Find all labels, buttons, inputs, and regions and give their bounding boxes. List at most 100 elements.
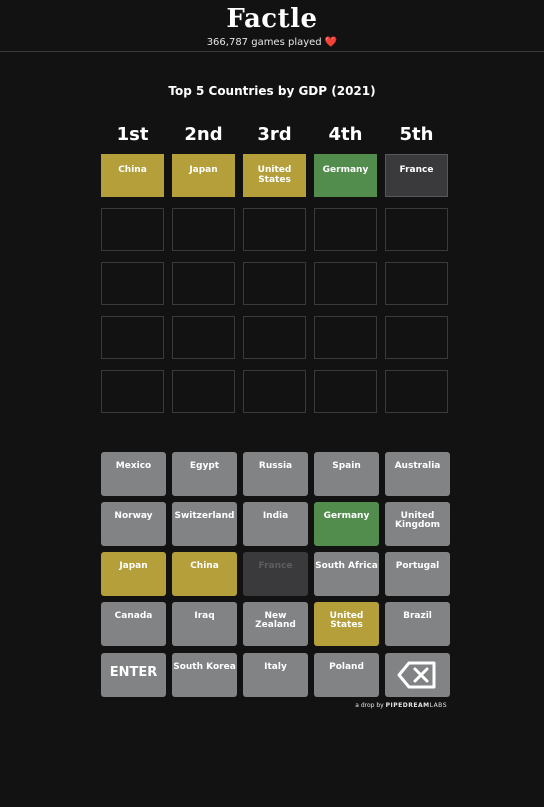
country-key[interactable]: United States (314, 602, 379, 646)
country-key[interactable]: United Kingdom (385, 502, 450, 546)
column-header-1: 1st (116, 124, 149, 145)
credit-brand: PIPEDREAMLABS (386, 702, 447, 709)
board-cell (385, 316, 448, 359)
board-cell-text (386, 263, 447, 273)
country-key[interactable]: New Zealand (243, 602, 308, 646)
column-header-5: 5th (399, 124, 434, 145)
board-cell (243, 316, 306, 359)
board-cell: United States (243, 154, 306, 197)
key-label: Switzerland (174, 511, 235, 521)
board-cell (101, 316, 164, 359)
app-header: Factle 366,787 games played ❤️ (0, 0, 544, 52)
board-cell-text (244, 263, 305, 273)
games-played-text: 366,787 games played (206, 37, 322, 48)
board-cell (101, 370, 164, 413)
column-header-4: 4th (328, 124, 363, 145)
board-cell-text (173, 371, 234, 381)
country-key[interactable]: Brazil (385, 602, 450, 646)
country-key[interactable]: Switzerland (172, 502, 237, 546)
country-key[interactable]: Canada (101, 602, 166, 646)
key-label: Portugal (395, 561, 440, 571)
board-cell (172, 370, 235, 413)
board-cell: Japan (172, 154, 235, 197)
board-cell (385, 208, 448, 251)
key-label: Mexico (115, 461, 152, 471)
board-cell-text (244, 209, 305, 219)
board-cell-text: France (399, 165, 434, 175)
key-label: Spain (332, 461, 361, 471)
board-cell: France (385, 154, 448, 197)
board-cell-text (386, 317, 447, 327)
board-cell-text (173, 263, 234, 273)
board-cell (243, 262, 306, 305)
country-key[interactable]: Spain (314, 452, 379, 496)
country-key[interactable]: China (172, 552, 237, 596)
board-cell-text (315, 317, 376, 327)
board-cell (101, 208, 164, 251)
country-key[interactable]: Italy (243, 653, 308, 697)
key-label: France (258, 561, 293, 571)
board-cell-text (315, 263, 376, 273)
app-title: Factle (226, 4, 318, 34)
board-cell-text (102, 317, 163, 327)
key-label: United States (329, 611, 364, 630)
key-label: New Zealand (255, 611, 296, 630)
board-cell-text (386, 209, 447, 219)
credit-prefix: a drop by (355, 702, 384, 709)
country-key[interactable]: Iraq (172, 602, 237, 646)
country-key[interactable]: Egypt (172, 452, 237, 496)
country-key[interactable]: South Korea (172, 653, 237, 697)
country-key[interactable]: Japan (101, 552, 166, 596)
board-cell (385, 262, 448, 305)
board-cell (172, 208, 235, 251)
board-cell-text: Germany (322, 165, 369, 175)
key-label: Canada (114, 611, 153, 621)
key-label: United Kingdom (395, 511, 440, 530)
enter-button[interactable]: ENTER (101, 653, 166, 697)
country-key[interactable]: Russia (243, 452, 308, 496)
key-label: China (190, 561, 219, 571)
board-cell-text (102, 209, 163, 219)
key-label: Japan (119, 561, 148, 571)
backspace-button[interactable] (385, 653, 450, 697)
board-cell (172, 262, 235, 305)
key-label: ENTER (109, 665, 158, 680)
board-cell-text (173, 209, 234, 219)
board-cell-text (102, 263, 163, 273)
board-cell-text (244, 371, 305, 381)
country-key[interactable]: Australia (385, 452, 450, 496)
board-cell (385, 370, 448, 413)
board-cell (101, 262, 164, 305)
key-label: Iraq (194, 611, 215, 621)
board-cell (243, 208, 306, 251)
column-header-2: 2nd (184, 124, 223, 145)
country-key[interactable]: Mexico (101, 452, 166, 496)
board-cell-text (386, 371, 447, 381)
board-cell: Germany (314, 154, 377, 197)
country-key[interactable]: France (243, 552, 308, 596)
board-cell-text (102, 371, 163, 381)
board-cell (243, 370, 306, 413)
board-cell (314, 262, 377, 305)
credit-brand-a: PIPEDREAM (385, 702, 430, 709)
board-cell-text: China (118, 165, 147, 175)
board-cell: China (101, 154, 164, 197)
board-cell (314, 208, 377, 251)
key-label: Russia (258, 461, 293, 471)
board-cell (314, 316, 377, 359)
country-key[interactable]: Germany (314, 502, 379, 546)
country-key[interactable]: Norway (101, 502, 166, 546)
games-played-counter: 366,787 games played ❤️ (0, 37, 544, 48)
credit-line: a drop by PIPEDREAMLABS (330, 702, 447, 709)
board-cell-text: United States (257, 165, 292, 185)
board-cell-text (315, 209, 376, 219)
country-key[interactable]: Poland (314, 653, 379, 697)
board-cell-text (244, 317, 305, 327)
country-key[interactable]: South Africa (314, 552, 379, 596)
board-cell (172, 316, 235, 359)
country-key[interactable]: Portugal (385, 552, 450, 596)
key-label: India (262, 511, 289, 521)
board-cell-text (173, 317, 234, 327)
key-label: Poland (329, 662, 364, 672)
country-key[interactable]: India (243, 502, 308, 546)
